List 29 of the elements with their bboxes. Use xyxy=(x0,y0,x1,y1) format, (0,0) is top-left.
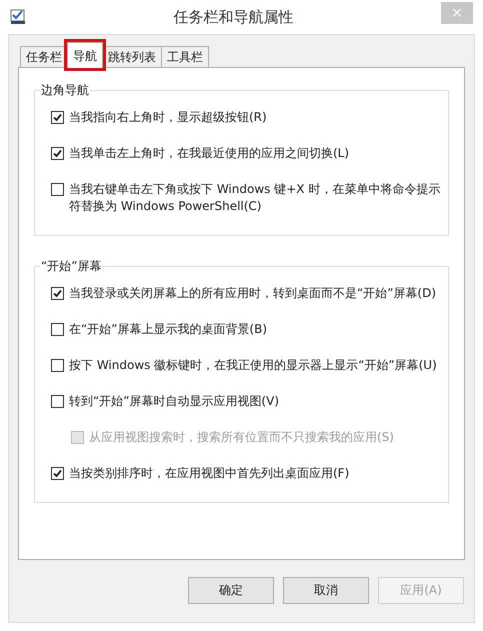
dialog-button[interactable]: 取消 xyxy=(283,576,369,604)
group-title: 边角导航 xyxy=(40,82,90,98)
checkbox[interactable] xyxy=(51,467,64,480)
tab[interactable]: 工具栏 xyxy=(161,46,209,67)
option-label: 转到“开始”屏幕时自动显示应用视图(V) xyxy=(69,393,280,410)
group-title: “开始”屏幕 xyxy=(40,258,102,274)
option-label: 当我指向右上角时，显示超级按钮(R) xyxy=(69,109,267,126)
option-label: 按下 Windows 徽标键时，在我正使用的显示器上显示“开始”屏幕(U) xyxy=(69,357,437,374)
checkbox[interactable] xyxy=(51,323,64,336)
option-label: 当我右键单击左下角或按下 Windows 键+X 时，在菜单中将命令提示符替换为 Windows PowerShell(C) xyxy=(69,181,442,215)
checkbox[interactable] xyxy=(51,395,64,408)
app-icon xyxy=(10,9,26,25)
option-label: 从应用视图搜索时，搜索所有位置而不只搜索我的应用(S) xyxy=(89,429,394,446)
option-label: 当我登录或关闭屏幕上的所有应用时，转到桌面而不是“开始”屏幕(D) xyxy=(69,285,436,302)
checkbox[interactable] xyxy=(51,359,64,372)
checkmark-icon xyxy=(53,469,62,478)
checkbox[interactable] xyxy=(51,147,64,160)
checkmark-icon xyxy=(53,149,62,158)
checkbox[interactable] xyxy=(51,287,64,300)
option-label: 当按类别排序时，在应用视图中首先列出桌面应用(F) xyxy=(69,465,350,482)
option-label: 当我单击左上角时，在我最近使用的应用之间切换(L) xyxy=(69,145,350,162)
window-title: 任务栏和导航属性 xyxy=(174,6,294,28)
checkbox[interactable] xyxy=(51,183,64,196)
checkmark-icon xyxy=(53,289,62,298)
checkmark-icon xyxy=(53,113,62,122)
dialog-button[interactable]: 确定 xyxy=(188,576,274,604)
checkbox[interactable] xyxy=(51,111,64,124)
tab[interactable]: 导航 xyxy=(67,42,103,68)
option-label: 在“开始”屏幕上显示我的桌面背景(B) xyxy=(69,321,268,338)
